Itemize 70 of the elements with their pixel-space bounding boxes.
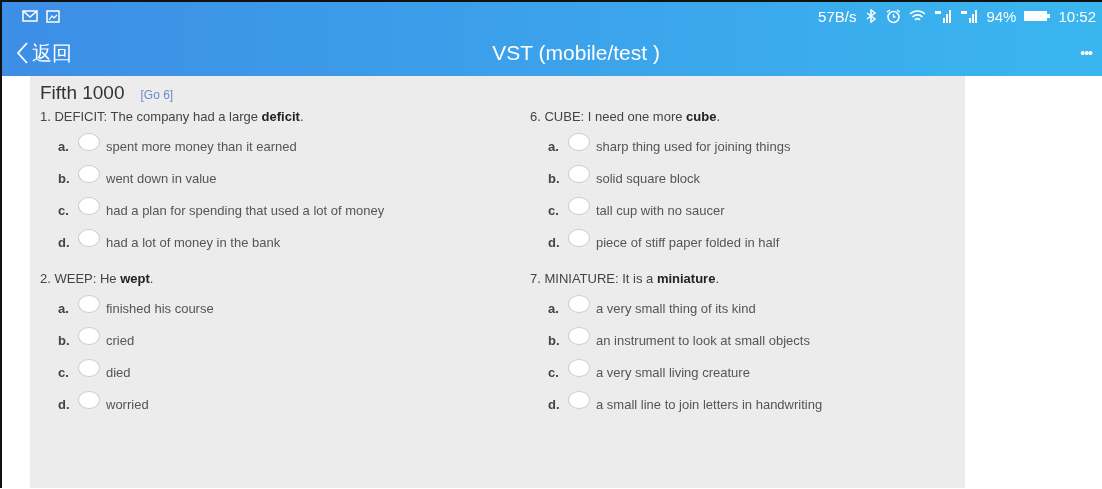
bluetooth-icon (864, 9, 879, 23)
option-text: an instrument to look at small objects (596, 332, 810, 348)
signal-icon (934, 9, 953, 23)
option-text: piece of stiff paper folded in half (596, 234, 780, 250)
option-letter: c. (58, 364, 70, 380)
radio-button[interactable] (568, 359, 590, 377)
battery-percent: 94% (986, 7, 1017, 25)
radio-button[interactable] (568, 295, 590, 313)
question-text: 7. MINIATURE: It is a miniature. (530, 270, 721, 288)
option-text: went down in value (106, 170, 217, 186)
option-text: died (106, 364, 131, 380)
option-letter: d. (58, 396, 71, 412)
radio-button[interactable] (78, 133, 100, 151)
radio-button[interactable] (78, 359, 100, 377)
quiz-title: Fifth 1000 (40, 82, 125, 104)
wifi-icon (909, 9, 927, 23)
option-text: tall cup with no saucer (596, 202, 725, 218)
question-text: 6. CUBE: I need one more cube. (530, 108, 722, 126)
option-letter: a. (548, 138, 560, 154)
option-text: had a lot of money in the bank (106, 234, 281, 250)
option-letter: d. (58, 234, 71, 250)
option-letter: b. (58, 170, 71, 186)
radio-button[interactable] (78, 391, 100, 409)
option-letter: c. (58, 202, 70, 218)
network-speed: 57B/s (818, 7, 857, 25)
radio-button[interactable] (568, 133, 590, 151)
question-text: 2. WEEP: He wept. (40, 270, 155, 288)
option-letter: b. (58, 332, 71, 348)
battery-icon (1024, 10, 1051, 22)
radio-button[interactable] (78, 327, 100, 345)
page-title: VST (mobile/test ) (492, 41, 660, 65)
radio-button[interactable] (78, 197, 100, 215)
option-letter: a. (58, 138, 70, 154)
option-text: finished his course (106, 300, 214, 316)
radio-button[interactable] (78, 229, 100, 247)
option-text: worried (106, 396, 149, 412)
option-text: had a plan for spending that used a lot of money (106, 202, 385, 218)
radio-button[interactable] (568, 391, 590, 409)
option-letter: b. (548, 170, 561, 186)
signal-icon (960, 9, 979, 23)
option-letter: a. (58, 300, 70, 316)
more-button[interactable]: ••• (1080, 45, 1092, 61)
back-chevron-icon (16, 42, 28, 64)
radio-button[interactable] (568, 197, 590, 215)
radio-button[interactable] (568, 327, 590, 345)
option-text: solid square block (596, 170, 701, 186)
option-text: a very small living creature (596, 364, 750, 380)
option-text: cried (106, 332, 135, 348)
option-text: a very small thing of its kind (596, 300, 756, 316)
back-label[interactable]: 返回 (32, 39, 72, 67)
radio-button[interactable] (568, 229, 590, 247)
question-text: 1. DEFICIT: The company had a large deficit. (40, 108, 305, 126)
image-icon (46, 9, 60, 23)
radio-button[interactable] (568, 165, 590, 183)
back-button[interactable]: 返回 (16, 39, 72, 67)
option-letter: c. (548, 364, 560, 380)
go-link[interactable]: [Go 6] (140, 88, 174, 102)
option-letter: a. (548, 300, 560, 316)
clock-time: 10:52 (1058, 7, 1096, 25)
option-letter: d. (548, 234, 561, 250)
alarm-icon (886, 8, 902, 24)
radio-button[interactable] (78, 165, 100, 183)
option-text: spent more money than it earned (106, 138, 297, 154)
option-letter: d. (548, 396, 561, 412)
mail-icon (22, 10, 38, 22)
option-text: a small line to join letters in handwriting (596, 396, 823, 412)
option-letter: c. (548, 202, 560, 218)
radio-button[interactable] (78, 295, 100, 313)
option-text: sharp thing used for joining things (596, 138, 791, 154)
option-letter: b. (548, 332, 561, 348)
